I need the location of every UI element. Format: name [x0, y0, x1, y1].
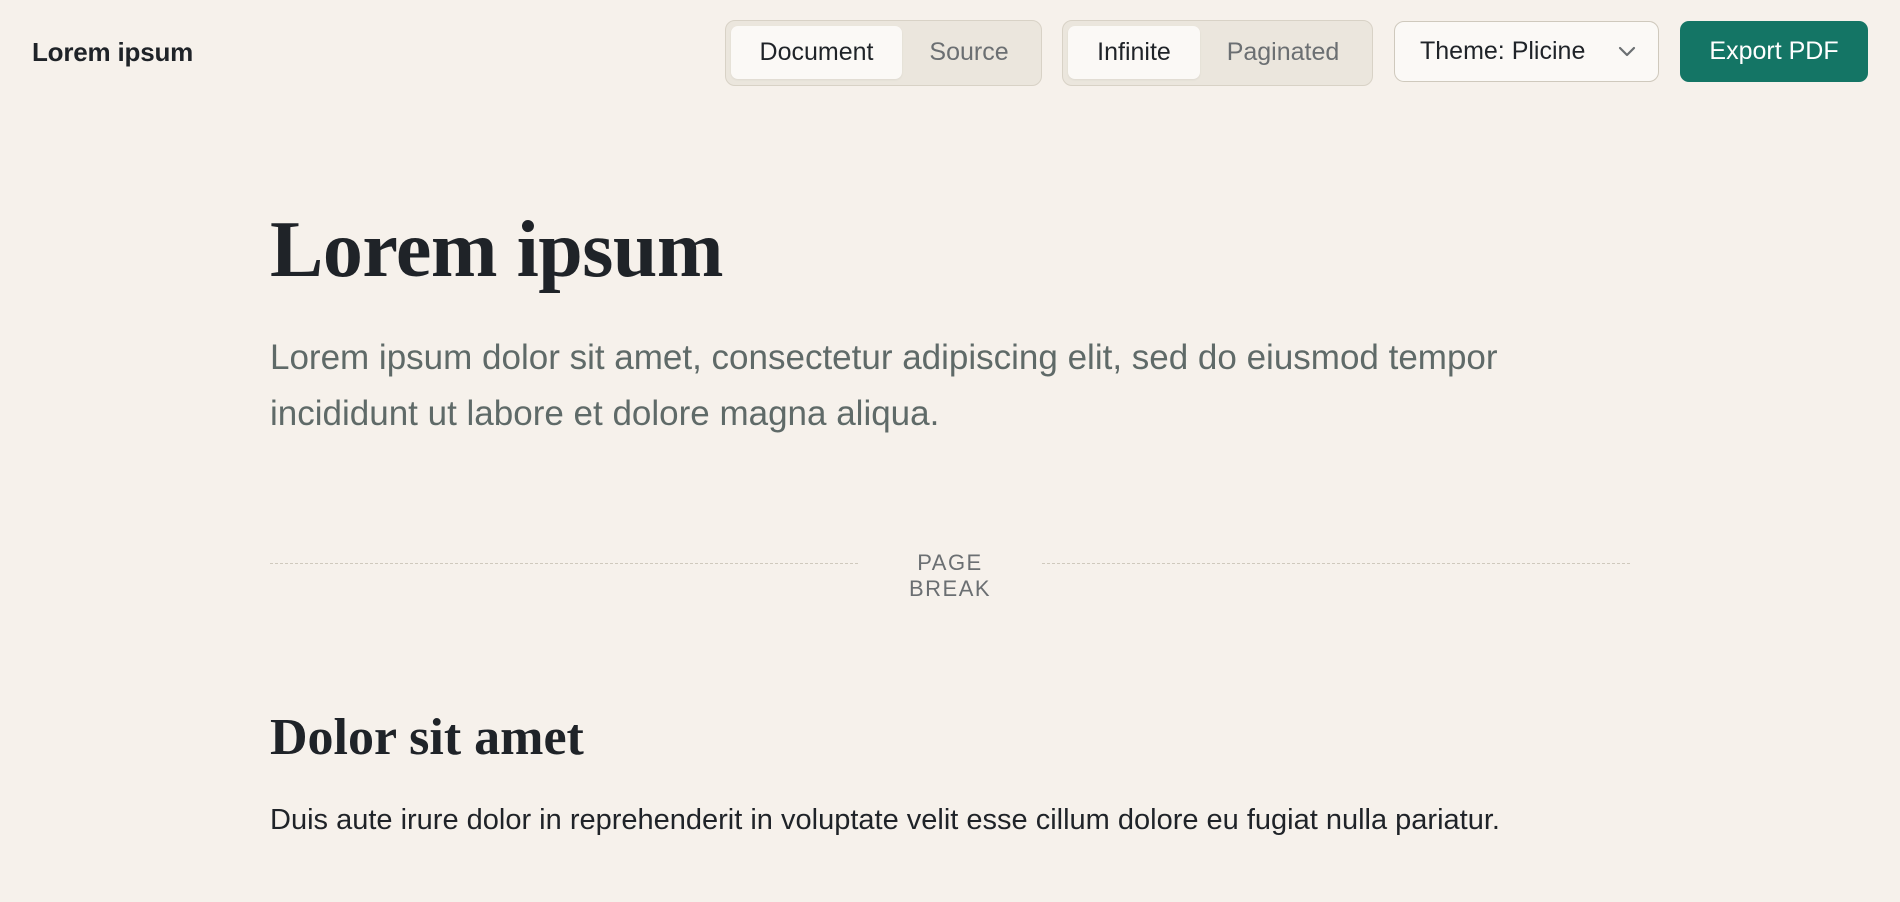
theme-select-label: Theme: Plicine	[1420, 37, 1586, 65]
export-pdf-button[interactable]: Export PDF	[1680, 21, 1868, 82]
tab-source[interactable]: Source	[902, 26, 1036, 79]
tab-paginated[interactable]: Paginated	[1200, 26, 1366, 79]
document-title: Lorem ipsum	[270, 206, 724, 294]
section-heading: Dolor sit amet	[270, 709, 584, 766]
page-break-line-left	[270, 563, 858, 564]
page-break-label: PAGE BREAK	[908, 550, 992, 601]
view-mode-toggle: Document Source	[725, 20, 1042, 86]
section-paragraph: Duis aute irure dolor in reprehenderit i…	[270, 804, 1500, 836]
theme-select[interactable]: Theme: Plicine	[1394, 21, 1659, 82]
app-title: Lorem ipsum	[32, 37, 194, 67]
chevron-down-icon	[1618, 46, 1636, 57]
tab-document[interactable]: Document	[731, 26, 902, 79]
layout-mode-toggle: Infinite Paginated	[1062, 20, 1373, 86]
document-subtitle: Lorem ipsum dolor sit amet, consectetur …	[270, 338, 1498, 433]
page-break-divider: PAGE BREAK	[270, 549, 1630, 601]
top-toolbar: Lorem ipsum Document Source Infinite Pag…	[0, 0, 1900, 104]
page-break-line-right	[1042, 563, 1630, 564]
tab-infinite[interactable]: Infinite	[1068, 26, 1200, 79]
